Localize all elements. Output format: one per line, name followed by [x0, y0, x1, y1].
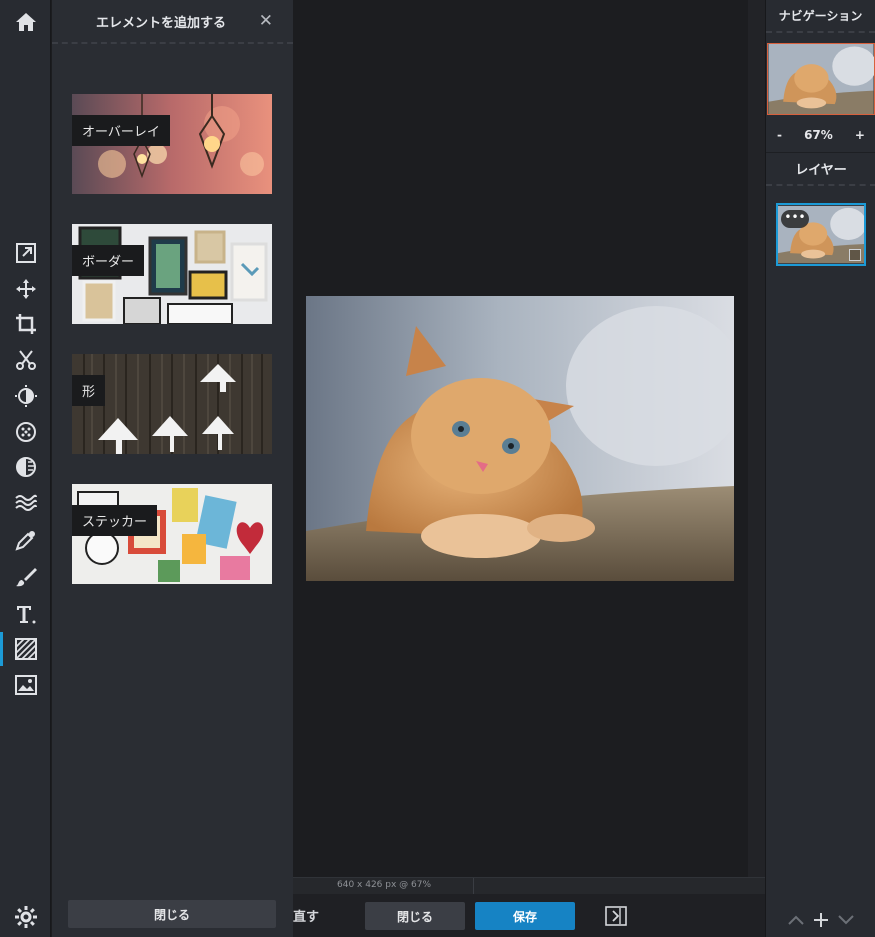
layer-item[interactable]: •••: [776, 203, 866, 266]
undo-button[interactable]: 直す: [293, 906, 319, 925]
status-divider: [473, 878, 474, 895]
effect-icon[interactable]: [0, 450, 51, 484]
layer-visibility-checkbox[interactable]: [849, 249, 861, 261]
shape-label: 形: [72, 375, 106, 406]
panel-close-button[interactable]: 閉じる: [68, 900, 276, 928]
add-element-panel: エレメントを追加する ✕ オーバーレイ ボーダー 形 ステッカー 閉じる: [52, 0, 293, 937]
right-panel: ナビゲーション - 67% + レイヤー •••: [765, 0, 875, 937]
shape-card[interactable]: 形: [72, 354, 272, 454]
add-layer-icon[interactable]: [812, 911, 830, 929]
panel-title: エレメントを追加する: [96, 15, 227, 31]
image-icon[interactable]: [0, 668, 51, 702]
chevron-up-icon[interactable]: [787, 913, 805, 927]
save-button[interactable]: 保存: [475, 902, 575, 930]
crop-icon[interactable]: [0, 307, 51, 341]
status-bar: 640 x 426 px @ 67%: [293, 877, 765, 895]
close-button[interactable]: 閉じる: [365, 902, 465, 930]
layer-actions: [766, 908, 875, 932]
navigation-thumbnail[interactable]: [767, 43, 875, 115]
border-card[interactable]: ボーダー: [72, 224, 272, 324]
sticker-label: ステッカー: [72, 505, 158, 536]
navigation-title: ナビゲーション: [766, 0, 875, 33]
wave-icon[interactable]: [0, 486, 51, 520]
adjust-icon[interactable]: [0, 379, 51, 413]
navigation-preview: [768, 44, 874, 114]
image-size-status: 640 x 426 px @ 67%: [337, 880, 432, 890]
close-icon[interactable]: ✕: [259, 11, 273, 31]
resize-icon[interactable]: [0, 236, 51, 270]
zoom-level: 67%: [804, 128, 833, 142]
cut-icon[interactable]: [0, 343, 51, 377]
bottom-bar: 直す 閉じる 保存: [293, 894, 765, 937]
zoom-in-button[interactable]: +: [855, 128, 865, 142]
move-icon[interactable]: [0, 272, 51, 306]
zoom-controls: - 67% +: [766, 124, 875, 146]
kitten-photo[interactable]: [306, 296, 734, 581]
photo-editor-app: エレメントを追加する ✕ オーバーレイ ボーダー 形 ステッカー 閉じる 640…: [0, 0, 875, 937]
chevron-down-icon[interactable]: [837, 913, 855, 927]
brush-icon[interactable]: [0, 560, 51, 594]
border-label: ボーダー: [72, 245, 145, 276]
zoom-out-button[interactable]: -: [777, 128, 782, 142]
settings-icon[interactable]: [0, 900, 51, 934]
overlay-label: オーバーレイ: [72, 115, 170, 146]
text-icon[interactable]: [0, 597, 51, 631]
layer-more-button[interactable]: •••: [781, 210, 809, 228]
home-icon[interactable]: [0, 5, 51, 39]
layers-title: レイヤー: [766, 152, 875, 186]
left-toolbar: [0, 0, 51, 937]
element-icon[interactable]: [0, 632, 51, 666]
toggle-panel-icon[interactable]: [605, 906, 627, 926]
vertical-scrollbar[interactable]: [748, 0, 765, 877]
filter-icon[interactable]: [0, 415, 51, 449]
overlay-card[interactable]: オーバーレイ: [72, 94, 272, 194]
picker-icon[interactable]: [0, 523, 51, 557]
sticker-card[interactable]: ステッカー: [72, 484, 272, 584]
panel-header: エレメントを追加する ✕: [52, 0, 293, 44]
